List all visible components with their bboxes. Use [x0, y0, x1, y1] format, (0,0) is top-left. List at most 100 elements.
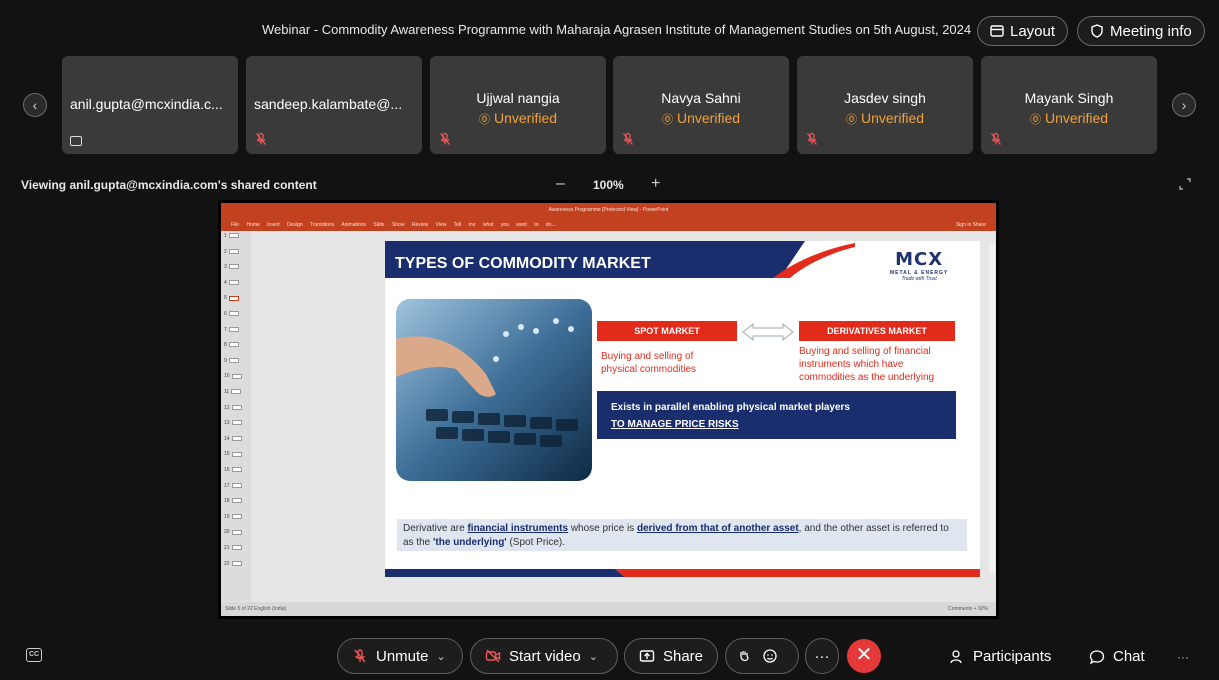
- slide-thumbnail[interactable]: 22: [224, 561, 242, 567]
- slide-thumbnail[interactable]: 8: [224, 342, 239, 348]
- participants-button[interactable]: Participants: [949, 648, 1051, 665]
- participant-tile[interactable]: sandeep.kalambate@...: [246, 56, 422, 154]
- raise-hand-icon[interactable]: [736, 648, 752, 664]
- overflow-menu-button[interactable]: ···: [1177, 650, 1189, 664]
- participant-tile[interactable]: anil.gupta@mcxindia.c...: [62, 56, 238, 154]
- participant-status: ⓪ Unverified: [613, 110, 789, 127]
- price-risk-box: Exists in parallel enabling physical mar…: [597, 391, 956, 439]
- chevron-down-icon[interactable]: ⌄: [589, 650, 598, 663]
- emoji-reaction-icon[interactable]: [762, 648, 778, 664]
- meeting-info-button[interactable]: Meeting info: [1077, 16, 1205, 46]
- slide-thumbnail-preview: [231, 560, 242, 566]
- slide-thumbnail[interactable]: 19: [224, 514, 242, 520]
- participant-tile[interactable]: Ujjwal nangia ⓪ Unverified: [430, 56, 606, 154]
- slide-thumbnail[interactable]: 16: [224, 467, 242, 473]
- shield-icon: [1091, 24, 1103, 38]
- slide: TYPES OF COMMODITY MARKET MCX METAL & EN…: [385, 241, 980, 577]
- derivatives-market-box: DERIVATIVES MARKET: [799, 321, 955, 341]
- slide-thumbnail-number: 16: [224, 467, 230, 473]
- chat-button[interactable]: Chat: [1089, 648, 1145, 665]
- zoom-out-button[interactable]: –: [556, 175, 565, 193]
- slide-thumbnail[interactable]: 5: [224, 295, 239, 301]
- definition-text-2: whose price is: [568, 523, 637, 534]
- more-options-button[interactable]: ···: [805, 638, 839, 674]
- unverified-icon: ⓪: [478, 114, 490, 126]
- share-screen-icon: [639, 650, 655, 662]
- participant-status: ⓪ Unverified: [797, 110, 973, 127]
- slide-thumbnail-number: 17: [224, 482, 230, 489]
- slide-thumbnail-number: 1: [224, 233, 227, 239]
- slide-thumbnail-number: 14: [224, 435, 230, 442]
- slide-thumbnail-number: 18: [224, 498, 230, 505]
- slide-thumbnail-number: 8: [224, 342, 227, 349]
- slide-thumbnail-number: 22: [224, 560, 230, 567]
- expand-icon[interactable]: [1179, 178, 1191, 190]
- powerpoint-window: Awareness Programme [Protected View] - P…: [221, 203, 996, 616]
- price-risk-line2: TO MANAGE PRICE RISKS: [611, 419, 739, 430]
- slide-thumbnail[interactable]: 17: [224, 483, 242, 489]
- mic-muted-icon: [990, 132, 1002, 145]
- slide-thumbnail-preview: [231, 513, 242, 519]
- slide-thumbnail-preview: [231, 545, 242, 551]
- shared-screen[interactable]: Awareness Programme [Protected View] - P…: [218, 200, 999, 619]
- screen-share-icon: [70, 136, 82, 146]
- zoom-in-button[interactable]: +: [651, 175, 660, 193]
- strip-next-arrow-icon[interactable]: ›: [1172, 93, 1196, 117]
- slide-thumbnail[interactable]: 21: [224, 545, 242, 551]
- closed-captions-button[interactable]: CC: [26, 648, 42, 662]
- chevron-down-icon[interactable]: ⌄: [437, 650, 446, 663]
- slide-thumbnail-pane: 1 2 3 4 5 6 7 8 9 10 11 12 13 14 15 16 17 18 19 20 21 22: [221, 231, 251, 601]
- slide-thumbnail[interactable]: 12: [224, 405, 242, 411]
- slide-thumbnail-number: 13: [224, 420, 230, 427]
- derivatives-market-description: Buying and selling of financial instrume…: [799, 346, 935, 383]
- definition-bold-1: financial instruments: [467, 523, 569, 534]
- slide-thumbnail[interactable]: 20: [224, 529, 242, 535]
- slide-thumbnail-preview: [231, 389, 242, 395]
- slide-thumbnail[interactable]: 14: [224, 436, 242, 442]
- slide-thumbnail-preview: [228, 357, 239, 363]
- slide-thumbnail[interactable]: 7: [224, 327, 239, 333]
- slide-thumbnail-preview: [228, 342, 239, 348]
- definition-text-4: (Spot Price).: [506, 537, 566, 548]
- participant-tile[interactable]: Navya Sahni ⓪ Unverified: [613, 56, 789, 154]
- leave-meeting-button[interactable]: ✕: [847, 639, 881, 673]
- ppt-status-right: Comments + 92%: [948, 606, 988, 612]
- slide-thumbnail-preview: [228, 264, 239, 270]
- slide-thumbnail-preview: [228, 248, 239, 254]
- slide-thumbnail[interactable]: 2: [224, 249, 239, 255]
- participant-tile[interactable]: Jasdev singh ⓪ Unverified: [797, 56, 973, 154]
- slide-thumbnail[interactable]: 10: [224, 373, 242, 379]
- layout-label: Layout: [1010, 22, 1056, 40]
- mic-muted-icon: [255, 132, 267, 145]
- slide-thumbnail[interactable]: 3: [224, 264, 239, 270]
- participant-status-text: Unverified: [676, 110, 741, 126]
- slide-thumbnail[interactable]: 18: [224, 498, 242, 504]
- participant-status: ⓪ Unverified: [981, 110, 1157, 127]
- slide-thumbnail-number: 3: [224, 264, 227, 271]
- more-options-label: ···: [814, 647, 830, 665]
- unmute-button[interactable]: Unmute ⌄: [337, 638, 463, 674]
- slide-thumbnail-preview: [228, 295, 239, 301]
- slide-thumbnail-number: 5: [224, 295, 227, 302]
- slide-thumbnail-number: 7: [224, 326, 227, 333]
- start-video-button[interactable]: Start video ⌄: [470, 638, 618, 674]
- slide-thumbnail[interactable]: 11: [224, 389, 242, 395]
- participant-name: anil.gupta@mcxindia.c...: [70, 96, 223, 112]
- mic-muted-icon: [806, 132, 818, 145]
- slide-thumbnail-preview: [231, 498, 242, 504]
- share-button[interactable]: Share: [624, 638, 718, 674]
- participants-label: Participants: [973, 648, 1052, 665]
- strip-prev-arrow-icon[interactable]: ‹: [23, 93, 47, 117]
- participant-tile[interactable]: Mayank Singh ⓪ Unverified: [981, 56, 1157, 154]
- slide-thumbnail[interactable]: 6: [224, 311, 239, 317]
- slide-thumbnail[interactable]: 15: [224, 451, 242, 457]
- double-arrow-icon: [742, 322, 794, 342]
- slide-thumbnail[interactable]: 13: [224, 420, 242, 426]
- slide-thumbnail[interactable]: 1: [224, 233, 239, 239]
- layout-button[interactable]: Layout: [977, 16, 1069, 46]
- ppt-ribbon-right: Sign in Share: [955, 222, 986, 228]
- meeting-title: Webinar - Commodity Awareness Programme …: [262, 22, 972, 37]
- slide-thumbnail[interactable]: 4: [224, 280, 239, 286]
- slide-thumbnail[interactable]: 9: [224, 358, 239, 364]
- slide-thumbnail-preview: [228, 233, 239, 239]
